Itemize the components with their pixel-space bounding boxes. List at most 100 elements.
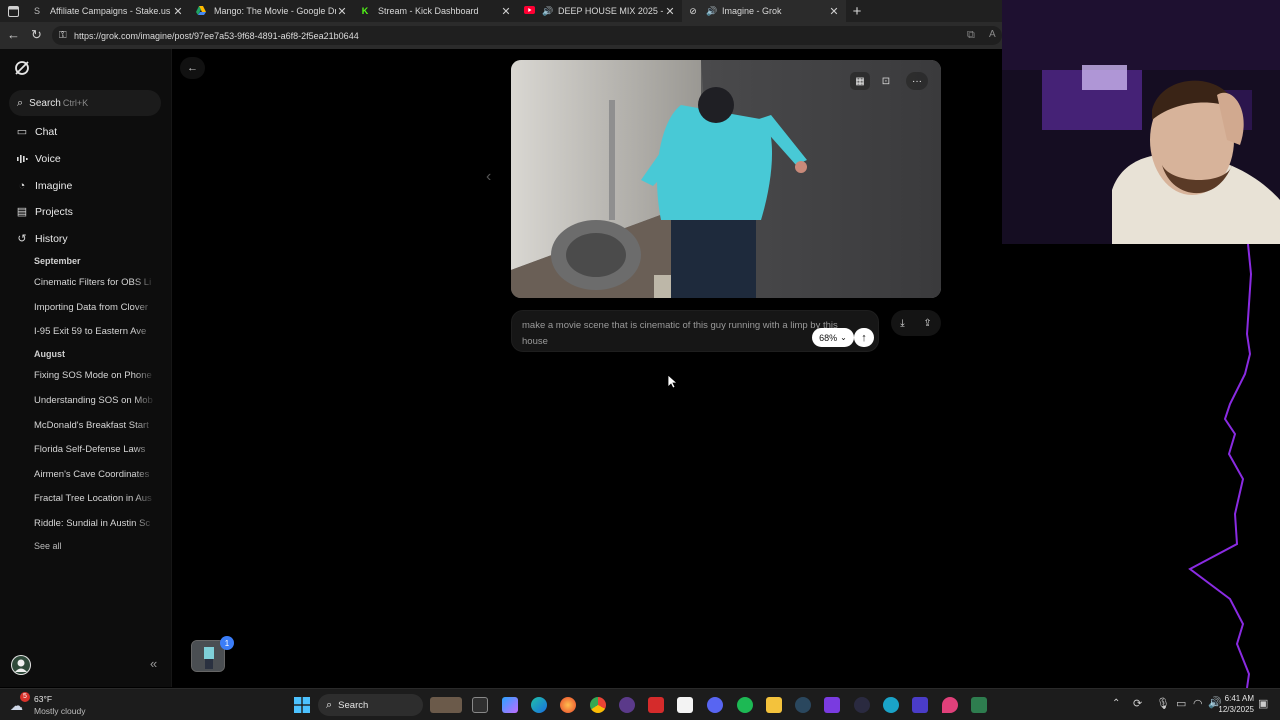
obs-icon[interactable] <box>619 697 635 713</box>
previous-chevron-icon[interactable]: ‹ <box>486 168 491 186</box>
tab-title: Affiliate Campaigns - Stake.us <box>50 6 171 16</box>
nav-history[interactable]: ↺ History <box>16 233 68 245</box>
refresh-icon[interactable]: ↻ <box>31 27 42 43</box>
grok-logo-icon[interactable] <box>14 60 30 76</box>
search-button[interactable]: ⌕ Search Ctrl+K <box>9 90 161 116</box>
nav-imagine[interactable]: ◔ Imagine <box>16 180 73 192</box>
share-icon[interactable]: ⇪ <box>923 318 931 329</box>
video-preview[interactable]: ▦ ⊡ ··· <box>511 60 941 298</box>
arrow-left-icon: ← <box>187 62 198 74</box>
network-sync-icon[interactable]: ⟳ <box>1133 697 1142 710</box>
tab-kick[interactable]: K Stream - Kick Dashboard ✕ <box>354 0 518 22</box>
wifi-icon[interactable]: ◠ <box>1193 697 1203 710</box>
notification-icon[interactable]: ▣ <box>1258 697 1268 710</box>
url-bar[interactable]: ⚿ https://grok.com/imagine/post/97ee7a53… <box>52 26 1002 45</box>
user-avatar[interactable] <box>11 655 31 675</box>
see-all-link[interactable]: See all <box>34 541 62 551</box>
show-hidden-icons[interactable]: ⌃ <box>1112 698 1120 709</box>
audio-visualizer <box>1185 243 1280 689</box>
history-item[interactable]: Fractal Tree Location in Aus <box>34 493 156 504</box>
display-icon[interactable]: ▭ <box>1176 697 1186 710</box>
speaker-icon[interactable]: 🔊 <box>706 6 717 16</box>
weather-widget[interactable]: ☁ 5 63°F Mostly cloudy <box>10 692 120 718</box>
tab-grok[interactable]: ⊘ 🔊 Imagine - Grok ✕ <box>682 0 846 22</box>
submit-button[interactable]: ↑ <box>854 328 874 347</box>
file-explorer-icon[interactable] <box>766 697 782 713</box>
search-icon: ⌕ <box>326 698 333 711</box>
windows-taskbar: ☁ 5 63°F Mostly cloudy ⌕ Search ⌃ ⟳ 🎙 ▭ … <box>0 688 1280 720</box>
tab-actions-icon[interactable] <box>0 0 26 22</box>
more-options-icon[interactable]: ··· <box>906 72 928 90</box>
imagine-icon: ◔ <box>18 180 26 192</box>
history-item[interactable]: Understanding SOS on Mob <box>34 395 156 406</box>
tab-title: Stream - Kick Dashboard <box>378 6 479 16</box>
nav-voice[interactable]: Voice <box>16 153 61 165</box>
progress-dropdown[interactable]: 68% ⌄ <box>812 328 854 347</box>
close-tab-icon[interactable]: ✕ <box>664 5 676 18</box>
history-item[interactable]: Airmen's Cave Coordinates <box>34 469 156 480</box>
nav-label: History <box>35 233 68 245</box>
chrome-icon[interactable] <box>590 697 606 713</box>
microphone-icon[interactable]: 🎙 <box>1156 697 1170 710</box>
close-tab-icon[interactable]: ✕ <box>828 5 840 18</box>
edge-icon[interactable] <box>531 697 547 713</box>
browser-tab-bar: S Affiliate Campaigns - Stake.us ✕ Mango… <box>0 0 1002 22</box>
image-mode-icon[interactable]: ⊡ <box>876 72 896 90</box>
close-tab-icon[interactable]: ✕ <box>172 5 184 18</box>
chat-icon: ▭ <box>16 126 28 138</box>
speaker-icon[interactable]: 🔊 <box>542 6 553 16</box>
spotify-icon[interactable] <box>737 697 753 713</box>
google-drive-icon <box>196 6 206 16</box>
nav-label: Chat <box>35 126 58 138</box>
task-view-icon[interactable] <box>472 697 488 713</box>
prompt-text[interactable]: make a movie scene that is cinematic of … <box>522 318 840 350</box>
read-aloud-icon[interactable]: A <box>989 29 996 40</box>
copilot-icon[interactable] <box>502 697 518 713</box>
grok-icon: ⊘ <box>689 6 697 16</box>
back-button[interactable]: ← <box>180 57 205 79</box>
weather-desc: Mostly cloudy <box>34 706 86 716</box>
history-item[interactable]: Importing Data from Clover <box>34 302 156 313</box>
app-red-icon[interactable] <box>648 697 664 713</box>
video-mode-icon[interactable]: ▦ <box>850 72 870 90</box>
history-month-august: August <box>34 349 65 359</box>
split-screen-icon[interactable]: ⧉ <box>967 29 975 42</box>
tab-google-drive[interactable]: Mango: The Movie - Google Drive ✕ <box>190 0 354 22</box>
history-item[interactable]: I-95 Exit 59 to Eastern Ave <box>34 326 156 337</box>
back-arrow-icon[interactable]: ← <box>7 27 20 42</box>
new-tab-icon[interactable]: + <box>846 3 868 20</box>
widgets-icon[interactable] <box>430 697 462 713</box>
tab-youtube[interactable]: 🔊 DEEP HOUSE MIX 2025 - YouTube ✕ <box>518 0 682 22</box>
projects-icon: ▤ <box>16 206 28 218</box>
windows-start-icon[interactable] <box>294 697 310 713</box>
history-icon: ↺ <box>17 233 27 245</box>
steam-icon[interactable] <box>795 697 811 713</box>
firefox-icon[interactable] <box>560 697 576 713</box>
nav-chat[interactable]: ▭ Chat <box>16 126 57 138</box>
nav-projects[interactable]: ▤ Projects <box>16 206 73 218</box>
download-icon[interactable]: ⤓ <box>900 318 904 329</box>
taskbar-search[interactable]: ⌕ Search <box>318 694 423 716</box>
prompt-box[interactable]: make a movie scene that is cinematic of … <box>511 310 879 352</box>
collapse-sidebar-icon[interactable]: « <box>150 656 157 671</box>
voice-icon <box>16 153 28 165</box>
app-dark-icon[interactable] <box>854 697 870 713</box>
site-info-icon[interactable]: ⚿ <box>59 30 67 41</box>
close-tab-icon[interactable]: ✕ <box>336 5 348 18</box>
fx-icon[interactable] <box>912 697 928 713</box>
tab-stake[interactable]: S Affiliate Campaigns - Stake.us ✕ <box>26 0 190 22</box>
app-green-icon[interactable] <box>971 697 987 713</box>
app-teal-icon[interactable] <box>883 697 899 713</box>
weather-temp: 63°F <box>34 694 53 704</box>
discord-icon[interactable] <box>707 697 723 713</box>
history-item[interactable]: Cinematic Filters for OBS Li <box>34 277 156 288</box>
clock[interactable]: 6:41 AM 12/3/2025 <box>1210 693 1254 715</box>
history-item[interactable]: Florida Self-Defense Laws <box>34 444 156 455</box>
maps-pin-icon[interactable] <box>942 697 958 713</box>
app-purple-icon[interactable] <box>824 697 840 713</box>
history-item[interactable]: McDonald's Breakfast Start <box>34 420 156 431</box>
history-item[interactable]: Fixing SOS Mode on Phone <box>34 370 156 381</box>
close-tab-icon[interactable]: ✕ <box>500 5 512 18</box>
history-item[interactable]: Riddle: Sundial in Austin Sc <box>34 518 156 529</box>
itunes-icon[interactable] <box>677 697 693 713</box>
